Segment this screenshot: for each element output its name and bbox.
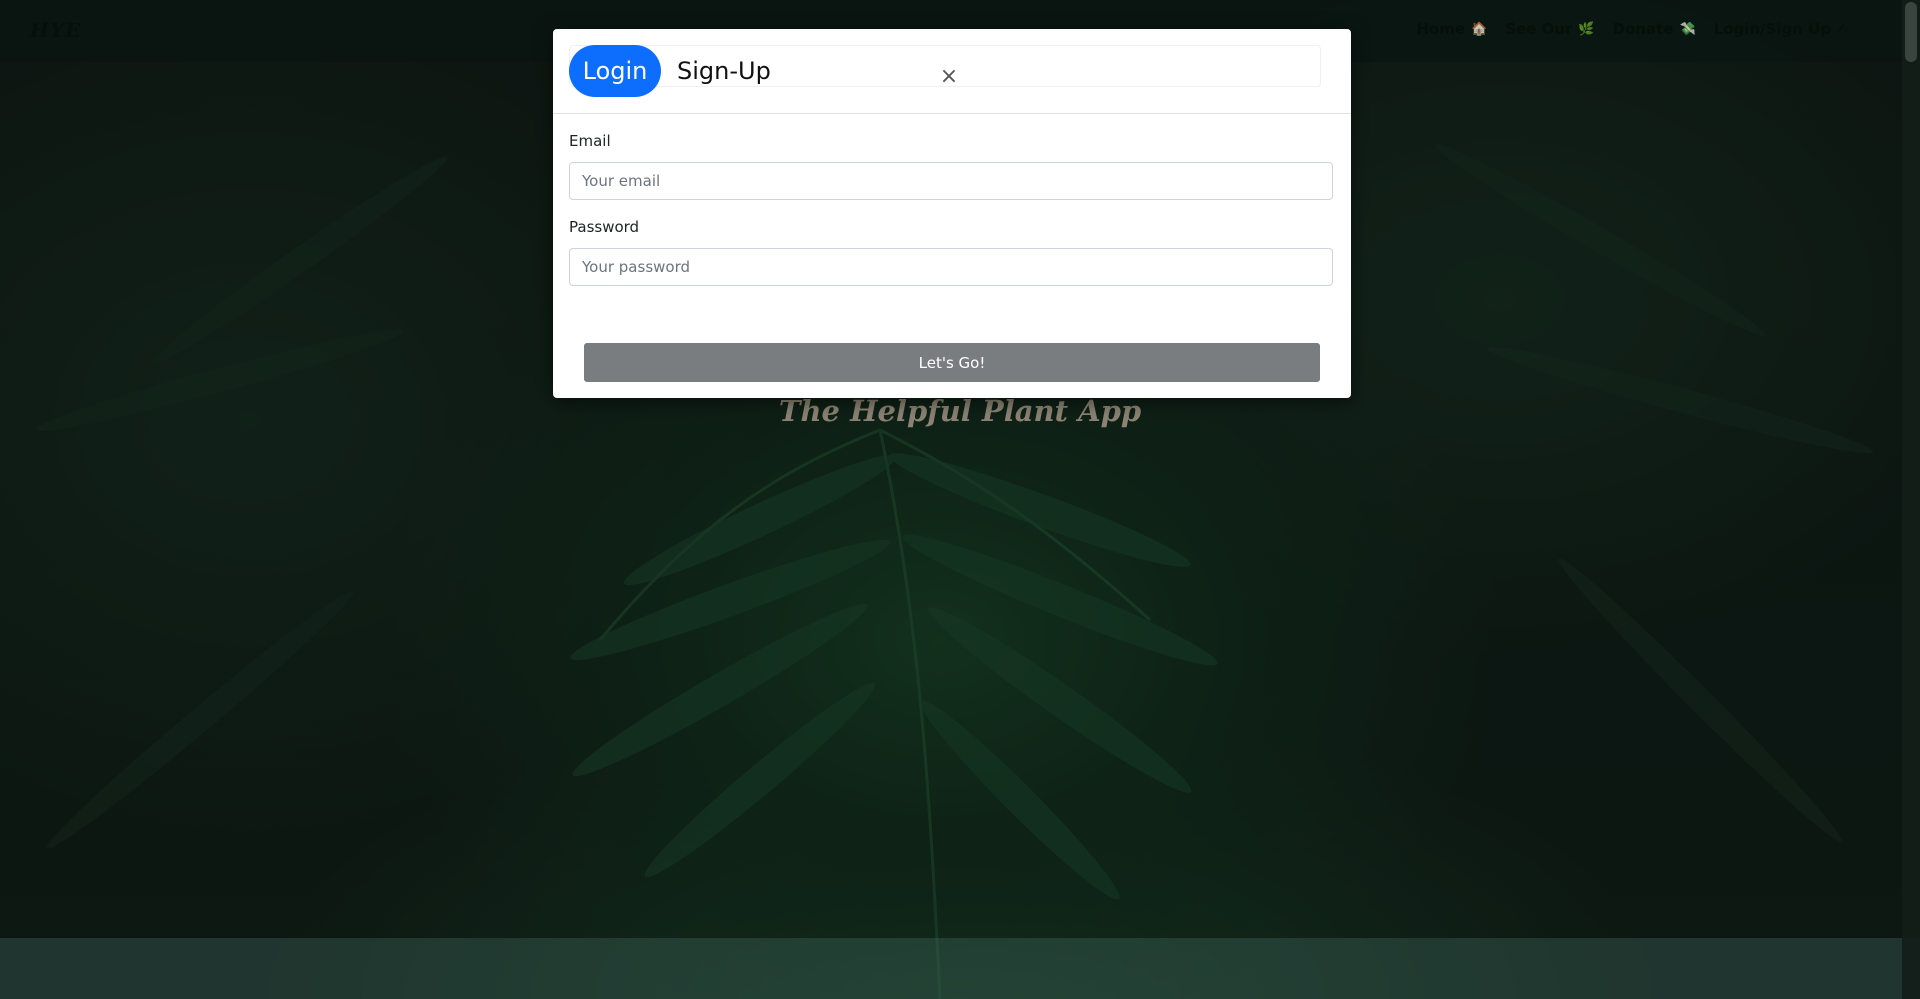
tab-login[interactable]: Login — [569, 45, 661, 97]
money-icon: 💸 — [1679, 21, 1696, 37]
nav-donate-label: Donate — [1612, 20, 1674, 38]
nav-donate-link[interactable]: Donate 💸 — [1613, 20, 1696, 38]
nav-see-our-link[interactable]: See Our 🌿 — [1505, 20, 1594, 38]
email-field[interactable] — [569, 162, 1333, 200]
modal-header: Login Sign-Up × — [553, 29, 1351, 114]
password-label: Password — [569, 218, 640, 236]
scrollbar-thumb[interactable] — [1905, 2, 1917, 62]
login-modal: Login Sign-Up × Email Password Let's Go! — [553, 29, 1351, 398]
nav-login-signup-label: Login/Sign Up — [1713, 20, 1832, 38]
email-label: Email — [569, 132, 611, 150]
nav-home-label: Home — [1416, 20, 1466, 38]
password-field[interactable] — [569, 248, 1333, 286]
tab-signup[interactable]: Sign-Up — [677, 45, 771, 97]
close-icon[interactable]: × — [934, 61, 964, 91]
house-icon: 🏠 — [1471, 21, 1488, 37]
nav-home-link[interactable]: Home 🏠 — [1416, 20, 1487, 38]
hero-subtitle: The Helpful Plant App — [778, 394, 1142, 428]
nav-see-our-label: See Our — [1505, 20, 1573, 38]
writing-hand-icon: ✍ — [1837, 21, 1848, 37]
leaf-icon: 🌿 — [1578, 21, 1595, 37]
page-scrollbar[interactable] — [1902, 0, 1920, 999]
lets-go-button[interactable]: Let's Go! — [584, 343, 1320, 382]
brand-logo[interactable]: HYE — [30, 18, 81, 42]
footer-band — [0, 938, 1920, 999]
nav-links: Home 🏠 See Our 🌿 Donate 💸 Login/Sign Up … — [1416, 20, 1848, 38]
nav-login-signup-link[interactable]: Login/Sign Up ✍ — [1714, 20, 1848, 38]
